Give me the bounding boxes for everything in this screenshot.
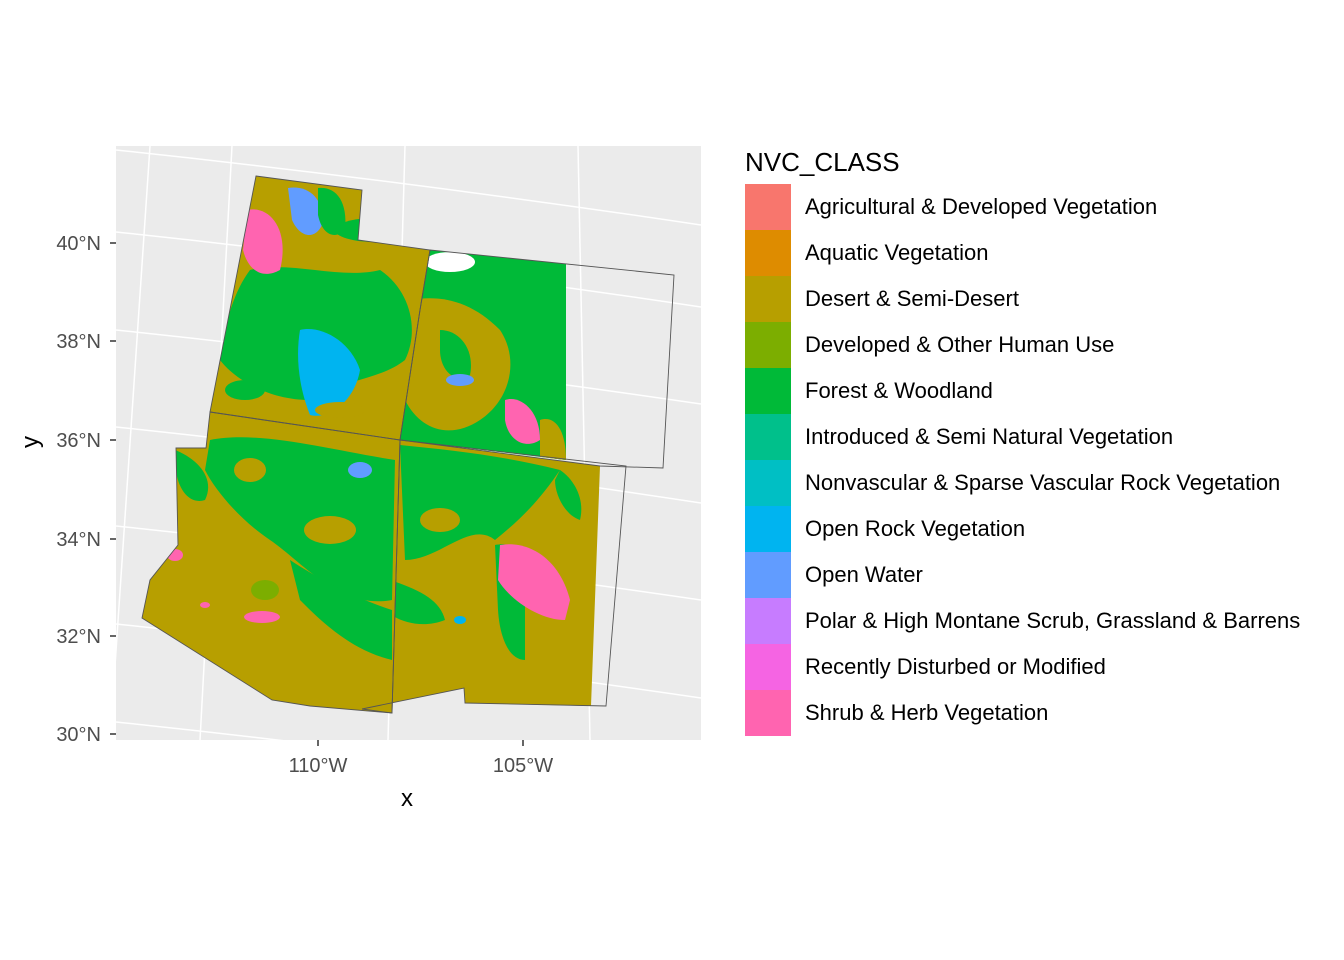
lat-tick-label: 34°N <box>56 529 101 551</box>
legend: NVC_CLASS Agricultural & Developed Veget… <box>745 144 1300 736</box>
legend-label: Developed & Other Human Use <box>805 332 1115 357</box>
legend-item: Aquatic Vegetation <box>745 230 1300 276</box>
y-axis-title: y <box>17 436 44 448</box>
legend-item: Open Water <box>745 552 1300 598</box>
lat-tick-label: 40°N <box>56 233 101 255</box>
legend-item: Nonvascular & Sparse Vascular Rock Veget… <box>745 460 1300 506</box>
legend-swatch <box>745 552 791 598</box>
lat-tick-label: 38°N <box>56 331 101 353</box>
legend-swatch <box>745 414 791 460</box>
legend-label: Nonvascular & Sparse Vascular Rock Veget… <box>805 470 1281 495</box>
x-axis-title: x <box>401 785 413 812</box>
legend-title: NVC_CLASS <box>745 147 900 177</box>
legend-item: Introduced & Semi Natural Vegetation <box>745 414 1300 460</box>
legend-swatch <box>745 368 791 414</box>
lon-tick-label: 105°W <box>493 755 553 777</box>
legend-label: Shrub & Herb Vegetation <box>805 700 1049 725</box>
legend-item: Shrub & Herb Vegetation <box>745 690 1300 736</box>
legend-label: Desert & Semi-Desert <box>805 286 1019 311</box>
legend-label: Recently Disturbed or Modified <box>805 654 1106 679</box>
legend-swatch <box>745 230 791 276</box>
legend-swatch <box>745 460 791 506</box>
legend-swatch <box>745 598 791 644</box>
legend-swatch <box>745 506 791 552</box>
legend-label: Introduced & Semi Natural Vegetation <box>805 424 1174 449</box>
legend-label: Open Rock Vegetation <box>805 516 1026 541</box>
legend-label: Open Water <box>805 562 923 587</box>
legend-item: Open Rock Vegetation <box>745 506 1300 552</box>
legend-item: Desert & Semi-Desert <box>745 276 1300 322</box>
legend-swatch <box>745 690 791 736</box>
legend-item: Polar & High Montane Scrub, Grassland & … <box>745 598 1300 644</box>
legend-label: Forest & Woodland <box>805 378 993 403</box>
legend-swatch <box>745 276 791 322</box>
lat-tick-label: 30°N <box>56 724 101 746</box>
legend-label: Aquatic Vegetation <box>805 240 989 265</box>
legend-item: Forest & Woodland <box>745 368 1300 414</box>
lat-tick-label: 36°N <box>56 430 101 452</box>
legend-item: Recently Disturbed or Modified <box>745 644 1300 690</box>
lon-tick-label: 110°W <box>289 755 348 777</box>
legend-item: Agricultural & Developed Vegetation <box>745 184 1300 230</box>
legend-swatch <box>745 184 791 230</box>
legend-item: Developed & Other Human Use <box>745 322 1300 368</box>
lat-tick-label: 32°N <box>56 626 101 648</box>
legend-swatch <box>745 322 791 368</box>
legend-items: Agricultural & Developed Vegetation Aqua… <box>745 184 1300 736</box>
legend-label: Agricultural & Developed Vegetation <box>805 194 1158 219</box>
legend-swatch <box>745 644 791 690</box>
legend-label: Polar & High Montane Scrub, Grassland & … <box>805 608 1301 633</box>
